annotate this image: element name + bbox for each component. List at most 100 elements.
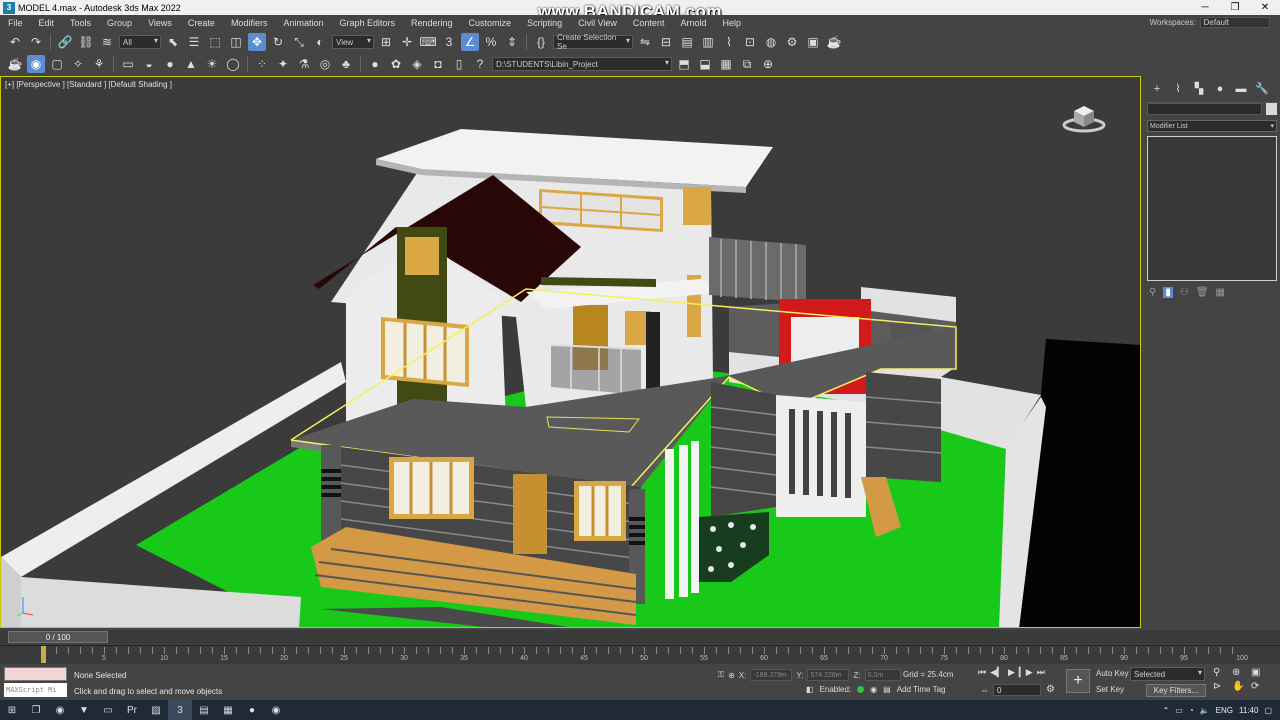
spinner-snap-icon[interactable]: ⇕ [503,33,521,51]
utilities-tab-icon[interactable]: 🔧 [1254,82,1270,96]
key-mode-icon[interactable]: ⇔ [980,685,989,695]
percent-snap-icon[interactable]: % [482,33,500,51]
key-filters-button[interactable]: Key Filters... [1146,684,1206,697]
isolate-icon[interactable]: ◉ [870,685,877,694]
render-production-icon[interactable]: ☕ [825,33,843,51]
window-crossing-icon[interactable]: ◫ [227,33,245,51]
undo-icon[interactable]: ↶ [6,33,24,51]
teapot-icon[interactable]: ☕ [6,55,24,73]
procedural-icon[interactable]: ⚗ [295,55,313,73]
calculator-icon[interactable]: ▦ [216,700,240,720]
add-time-tag[interactable]: Add Time Tag [897,685,946,694]
absolute-mode-icon[interactable]: ⊕ [728,671,735,680]
set-key-button[interactable]: Set Key [1096,685,1124,694]
pin-stack-icon[interactable]: ⚲ [1149,287,1156,298]
document-icon[interactable]: ▤ [192,700,216,720]
mirror-icon[interactable]: ⇋ [636,33,654,51]
viewport-label[interactable]: [+] [Perspective ] [Standard ] [Default … [5,80,172,89]
selection-filter-dropdown[interactable]: All [119,35,161,49]
shader-icon[interactable]: ◈ [408,55,426,73]
menu-civil-view[interactable]: Civil View [570,18,625,28]
render-setup-icon[interactable]: ⚙ [783,33,801,51]
edit-named-selection-icon[interactable]: {} [532,33,550,51]
make-unique-icon[interactable]: ⚇ [1180,287,1189,298]
create-tab-icon[interactable]: + [1149,82,1165,96]
language-indicator[interactable]: ENG [1216,706,1233,715]
3ds-max-task-icon[interactable]: 3 [168,700,192,720]
lock-selection-icon[interactable]: ⚿ [718,670,724,680]
menu-edit[interactable]: Edit [31,18,63,28]
manipulate-icon[interactable]: ✛ [398,33,416,51]
menu-tools[interactable]: Tools [62,18,99,28]
enabled-indicator[interactable] [857,686,865,693]
select-by-name-icon[interactable]: ☰ [185,33,203,51]
menu-animation[interactable]: Animation [275,18,331,28]
z-coordinate-field[interactable]: 0.0m [864,669,901,681]
object-name-field[interactable] [1147,103,1262,115]
arnold-render-icon[interactable]: ◉ [27,55,45,73]
chrome-icon[interactable]: ◉ [48,700,72,720]
menu-views[interactable]: Views [140,18,180,28]
zoom-icon[interactable]: ⚲ [1213,667,1229,678]
maxscript-output[interactable] [4,667,67,681]
viewcube-icon[interactable] [1062,101,1106,135]
display-tab-icon[interactable]: ▬ [1233,82,1249,96]
standin-icon[interactable]: ⚘ [90,55,108,73]
workspace-selector[interactable]: Workspaces: Default [1150,15,1270,30]
file-explorer-icon[interactable]: ▭ [96,700,120,720]
current-frame-field[interactable]: 0 [993,684,1041,696]
copy-project-icon[interactable]: ⧉ [738,55,756,73]
question-icon[interactable]: ? [471,55,489,73]
goto-end-icon[interactable]: ⏭ [1037,667,1045,678]
goto-start-icon[interactable]: ⏮ [978,667,986,678]
keyboard-shortcut-icon[interactable]: ⌨ [419,33,437,51]
volume-icon[interactable]: ✦ [274,55,292,73]
time-slider-frame[interactable]: 0 / 100 [8,631,108,643]
skydome-icon[interactable]: ◯ [224,55,242,73]
rect-selection-icon[interactable]: ⬚ [206,33,224,51]
layer-explorer-icon[interactable]: ▤ [678,33,696,51]
project-folder-icon[interactable]: ▦ [717,55,735,73]
maxscript-input[interactable]: MAXScript Mi [4,683,67,697]
material-editor-icon[interactable]: ◍ [762,33,780,51]
align-icon[interactable]: ⊟ [657,33,675,51]
photos-icon[interactable]: ▨ [144,700,168,720]
pan-icon[interactable]: ✋ [1232,681,1248,692]
previous-frame-icon[interactable]: ◀▎ [990,667,1004,678]
menu-content[interactable]: Content [625,18,673,28]
project-path-dropdown[interactable]: D:\STUDENTS\Libin_Project [492,57,672,71]
key-selection-dropdown[interactable]: Selected [1130,667,1205,681]
time-slider[interactable]: 0 / 100 [0,630,1280,644]
color-picker-icon[interactable]: ✿ [387,55,405,73]
play-icon[interactable]: ▶ [1008,667,1015,678]
notification-icon[interactable]: ▢ [1264,706,1272,715]
menu-group[interactable]: Group [99,18,140,28]
modify-tab-icon[interactable]: ⌇ [1170,82,1186,96]
task-view-icon[interactable]: ❐ [24,700,48,720]
angle-snap-icon[interactable]: ∠ [461,33,479,51]
configure-sets-icon[interactable]: ▦ [1216,287,1225,298]
project-settings-icon[interactable]: ⊕ [759,55,777,73]
link-icon[interactable]: 🔗 [56,33,74,51]
globe-icon[interactable]: ◎ [316,55,334,73]
pivot-center-icon[interactable]: ⊞ [377,33,395,51]
plant-icon[interactable]: ♣ [337,55,355,73]
orbit-icon[interactable]: ⟳ [1251,681,1267,692]
sphere-light-icon[interactable]: ● [161,55,179,73]
volume-icon[interactable]: 🔈 [1200,706,1210,715]
menu-file[interactable]: File [0,18,31,28]
schematic-view-icon[interactable]: ⊡ [741,33,759,51]
sphere-icon[interactable]: ● [366,55,384,73]
sun-icon[interactable]: ☀ [203,55,221,73]
track-bar[interactable]: 5 10 15 20 25 30 35 40 45 50 55 60 65 70… [0,645,1280,664]
render-view-icon[interactable]: ▢ [48,55,66,73]
show-end-result-icon[interactable]: ▮ [1163,287,1173,298]
select-scale-icon[interactable]: ⤡ [290,33,308,51]
time-tag-icon[interactable]: ▤ [883,685,891,694]
menu-rendering[interactable]: Rendering [403,18,461,28]
field-of-view-icon[interactable]: ⊳ [1213,681,1229,692]
set-keys-icon[interactable]: + [1066,669,1090,693]
hierarchy-tab-icon[interactable]: ▚ [1191,82,1207,96]
curve-editor-icon[interactable]: ⌇ [720,33,738,51]
clock[interactable]: 11:40 [1239,706,1258,715]
